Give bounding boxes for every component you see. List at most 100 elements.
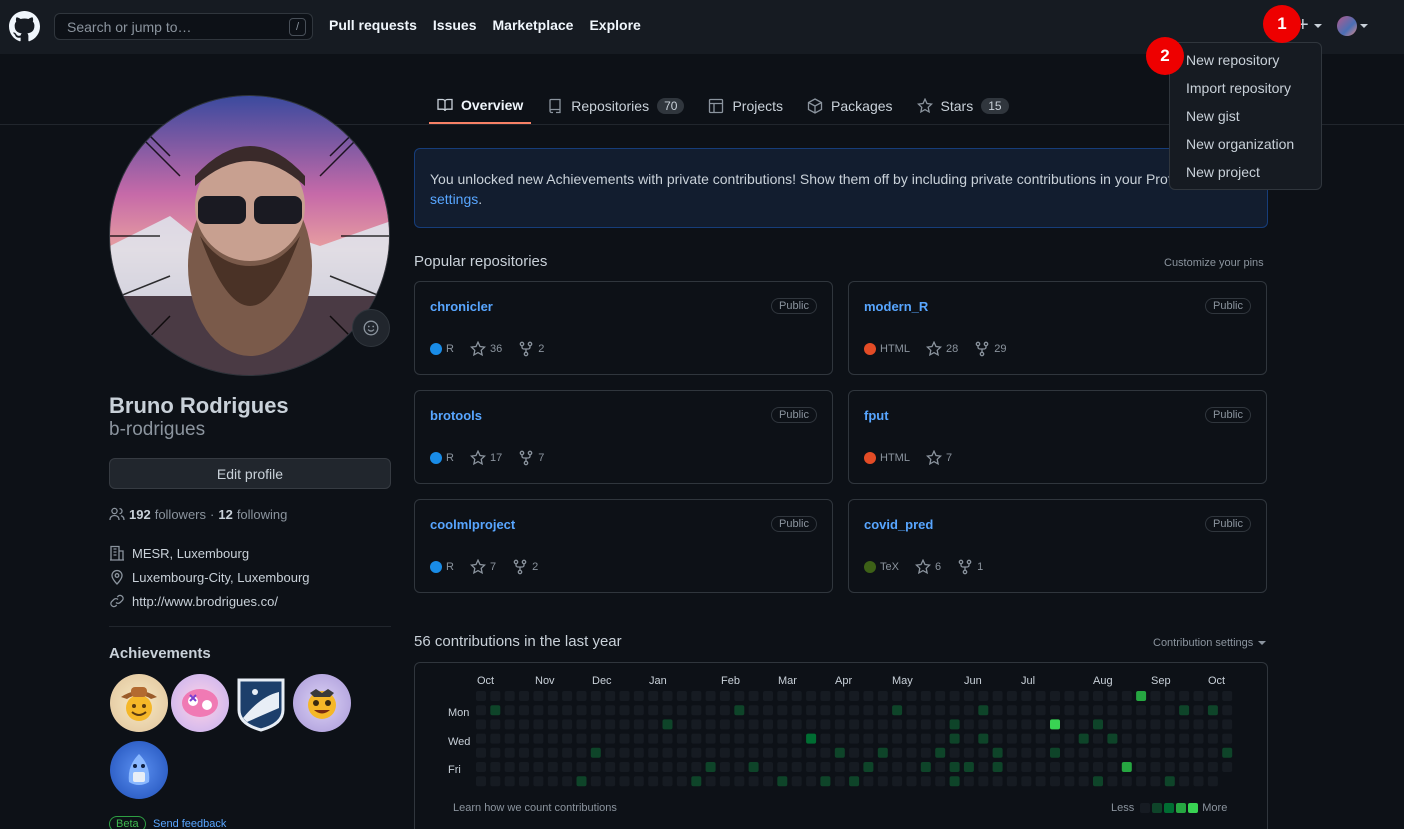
contribution-day[interactable] <box>1078 705 1089 716</box>
contribution-day[interactable] <box>619 691 630 701</box>
contribution-day[interactable] <box>820 776 831 787</box>
contribution-day[interactable] <box>978 776 989 787</box>
contribution-day[interactable] <box>1150 747 1161 758</box>
contribution-day[interactable] <box>734 733 745 744</box>
contribution-day[interactable] <box>1121 776 1132 787</box>
contribution-day[interactable] <box>547 762 558 772</box>
contribution-day[interactable] <box>1121 762 1132 772</box>
contribution-day[interactable] <box>605 747 616 758</box>
contribution-day[interactable] <box>791 719 802 730</box>
contribution-day[interactable] <box>978 762 989 772</box>
tab-overview[interactable]: Overview <box>429 88 532 124</box>
repo-stars[interactable]: 6 <box>914 559 941 575</box>
contribution-day[interactable] <box>719 691 730 701</box>
contribution-day[interactable] <box>1021 691 1032 701</box>
repo-name-link[interactable]: chronicler <box>430 299 493 314</box>
contribution-day[interactable] <box>1207 705 1218 716</box>
contribution-day[interactable] <box>504 762 515 772</box>
contribution-day[interactable] <box>1150 691 1161 701</box>
contribution-day[interactable] <box>1136 705 1147 716</box>
contribution-day[interactable] <box>763 733 773 744</box>
contribution-day[interactable] <box>992 776 1003 787</box>
contribution-day[interactable] <box>619 747 630 758</box>
contribution-day[interactable] <box>963 705 974 716</box>
user-avatar-menu[interactable] <box>1337 16 1357 36</box>
contribution-day[interactable] <box>748 705 759 716</box>
repo-forks[interactable]: 2 <box>518 341 544 357</box>
nav-explore[interactable]: Explore <box>589 17 640 33</box>
contribution-day[interactable] <box>963 747 974 758</box>
contribution-day[interactable] <box>791 691 802 701</box>
contribution-day[interactable] <box>992 747 1003 758</box>
search-input[interactable]: Search or jump to… / <box>54 13 313 40</box>
contribution-day[interactable] <box>1164 705 1175 716</box>
contribution-day[interactable] <box>490 776 501 787</box>
contribution-day[interactable] <box>576 733 587 744</box>
contribution-day[interactable] <box>806 776 817 787</box>
contribution-day[interactable] <box>476 776 486 787</box>
contribution-day[interactable] <box>1006 719 1017 730</box>
contribution-day[interactable] <box>935 705 946 716</box>
contribution-day[interactable] <box>676 776 687 787</box>
contribution-day[interactable] <box>1035 733 1046 744</box>
contribution-day[interactable] <box>963 691 974 701</box>
contribution-day[interactable] <box>806 705 817 716</box>
contribution-day[interactable] <box>949 762 960 772</box>
contribution-day[interactable] <box>705 705 716 716</box>
contribution-day[interactable] <box>949 733 960 744</box>
repo-stars[interactable]: 17 <box>469 450 502 466</box>
contribution-day[interactable] <box>719 705 730 716</box>
contribution-day[interactable] <box>519 747 529 758</box>
contribution-day[interactable] <box>676 747 687 758</box>
cowboy-achievement-icon[interactable] <box>110 674 168 732</box>
contribution-day[interactable] <box>1207 733 1218 744</box>
contribution-day[interactable] <box>719 747 730 758</box>
contribution-day[interactable] <box>691 705 702 716</box>
contribution-day[interactable] <box>978 747 989 758</box>
set-status-button[interactable] <box>352 309 390 347</box>
contribution-day[interactable] <box>705 776 716 787</box>
menu-new-repository[interactable]: New repository <box>1170 49 1321 77</box>
contribution-day[interactable] <box>1093 705 1103 716</box>
contribution-day[interactable] <box>1150 705 1161 716</box>
contribution-day[interactable] <box>1064 747 1075 758</box>
contribution-day[interactable] <box>1136 762 1147 772</box>
contribution-day[interactable] <box>820 762 831 772</box>
contribution-day[interactable] <box>590 762 601 772</box>
contribution-day[interactable] <box>1136 776 1147 787</box>
contribution-day[interactable] <box>1222 705 1233 716</box>
contribution-day[interactable] <box>849 719 860 730</box>
contribution-day[interactable] <box>1179 762 1190 772</box>
contribution-day[interactable] <box>1064 762 1075 772</box>
contribution-day[interactable] <box>504 747 515 758</box>
contribution-day[interactable] <box>1035 691 1046 701</box>
contribution-day[interactable] <box>533 762 544 772</box>
repo-forks[interactable]: 2 <box>512 559 538 575</box>
contribution-day[interactable] <box>476 719 486 730</box>
contribution-day[interactable] <box>533 733 544 744</box>
contribution-day[interactable] <box>1093 776 1103 787</box>
contribution-day[interactable] <box>763 747 773 758</box>
contribution-day[interactable] <box>1021 776 1032 787</box>
contribution-day[interactable] <box>691 776 702 787</box>
contribution-day[interactable] <box>920 733 931 744</box>
contribution-day[interactable] <box>519 705 529 716</box>
contribution-day[interactable] <box>519 762 529 772</box>
contribution-day[interactable] <box>504 776 515 787</box>
contribution-day[interactable] <box>877 733 888 744</box>
contribution-day[interactable] <box>920 719 931 730</box>
contribution-day[interactable] <box>705 762 716 772</box>
contribution-day[interactable] <box>935 762 946 772</box>
contribution-day[interactable] <box>1207 747 1218 758</box>
contribution-day[interactable] <box>935 691 946 701</box>
contribution-day[interactable] <box>949 776 960 787</box>
contribution-day[interactable] <box>1050 705 1060 716</box>
contribution-day[interactable] <box>748 691 759 701</box>
contribution-day[interactable] <box>906 733 917 744</box>
contribution-day[interactable] <box>834 776 845 787</box>
repo-name-link[interactable]: modern_R <box>864 299 928 314</box>
contribution-day[interactable] <box>662 776 673 787</box>
contribution-day[interactable] <box>906 747 917 758</box>
contribution-day[interactable] <box>648 762 659 772</box>
contribution-day[interactable] <box>648 776 659 787</box>
